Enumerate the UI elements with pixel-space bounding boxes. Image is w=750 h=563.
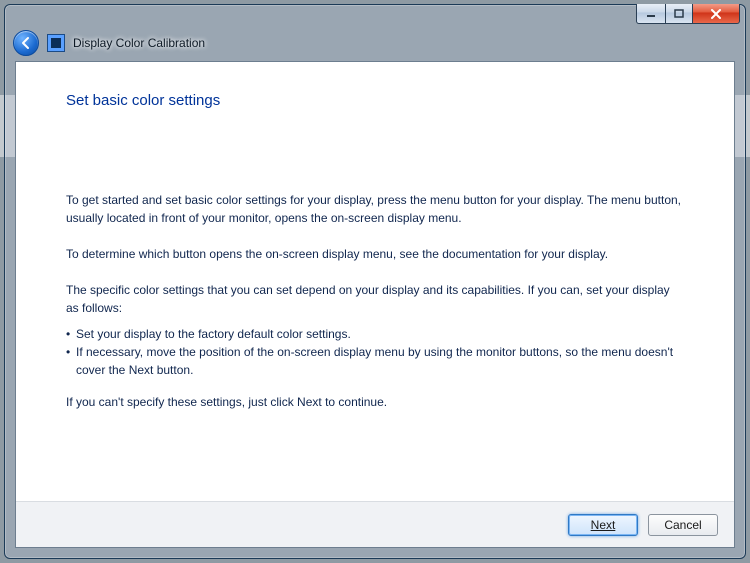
client-area: Set basic color settings To get started … xyxy=(15,61,735,548)
footer-bar: Next Cancel xyxy=(16,501,734,547)
close-button[interactable] xyxy=(693,4,740,24)
back-button[interactable] xyxy=(13,30,39,56)
app-icon xyxy=(47,34,65,52)
next-button-label: Next xyxy=(591,518,616,532)
minimize-icon xyxy=(646,9,656,19)
next-button[interactable]: Next xyxy=(568,514,638,536)
wizard-window: Display Color Calibration Set basic colo… xyxy=(4,4,746,559)
maximize-icon xyxy=(674,9,684,19)
content-area: Set basic color settings To get started … xyxy=(16,62,734,547)
close-icon xyxy=(710,9,722,19)
caption-buttons xyxy=(636,4,740,24)
cancel-button[interactable]: Cancel xyxy=(648,514,718,536)
header-bar: Display Color Calibration xyxy=(5,29,745,57)
instruction-list: Set your display to the factory default … xyxy=(66,325,684,379)
arrow-left-icon xyxy=(19,36,33,50)
paragraph-continue: If you can't specify these settings, jus… xyxy=(66,393,684,411)
paragraph-intro: To get started and set basic color setti… xyxy=(66,191,684,227)
list-item: If necessary, move the position of the o… xyxy=(66,343,684,379)
minimize-button[interactable] xyxy=(636,4,666,24)
page-heading: Set basic color settings xyxy=(66,90,684,113)
paragraph-capabilities: The specific color settings that you can… xyxy=(66,281,684,317)
maximize-button[interactable] xyxy=(666,4,693,24)
list-item: Set your display to the factory default … xyxy=(66,325,684,343)
titlebar xyxy=(5,5,745,29)
app-title: Display Color Calibration xyxy=(73,36,205,50)
paragraph-docs: To determine which button opens the on-s… xyxy=(66,245,684,263)
